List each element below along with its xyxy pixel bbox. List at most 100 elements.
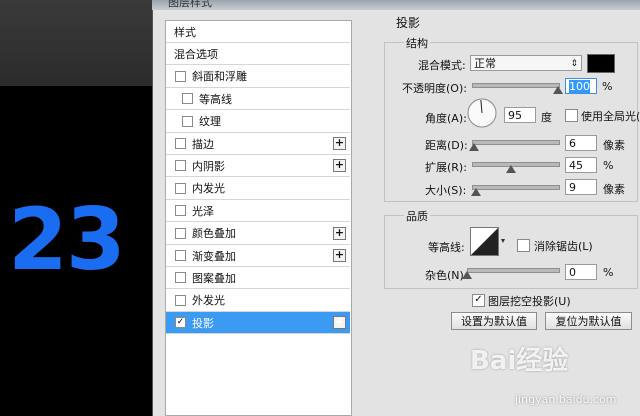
add-effect-icon[interactable]: + <box>333 159 346 173</box>
style-checkbox[interactable] <box>175 182 186 194</box>
style-item-label: 纹理 <box>199 115 221 129</box>
style-list-item[interactable]: 内发光 <box>166 178 350 200</box>
style-list: 样式混合选项斜面和浮雕等高线纹理描边 + 内阴影 + 内发光光泽颜色叠加 + 渐变叠加 + 图案… <box>165 20 352 416</box>
style-list-item[interactable]: 斜面和浮雕 <box>166 66 350 88</box>
shadow-color-swatch[interactable] <box>587 54 615 73</box>
size-slider-thumb[interactable] <box>471 188 482 196</box>
style-list-item[interactable]: 渐变叠加 + <box>166 245 350 267</box>
contour-label: 等高线: <box>428 241 465 254</box>
structure-title: 结构 <box>404 35 430 51</box>
style-checkbox[interactable] <box>175 250 186 261</box>
style-item-label: 颜色叠加 <box>192 227 236 241</box>
style-item-label: 光泽 <box>192 204 214 218</box>
style-checkbox[interactable] <box>182 93 193 105</box>
quality-title: 品质 <box>404 208 430 224</box>
spread-input[interactable]: 45 <box>565 157 597 173</box>
style-item-label: 外发光 <box>192 294 225 308</box>
opacity-input[interactable]: 100 <box>565 78 597 94</box>
knockout-label: 图层挖空投影(U) <box>488 295 571 308</box>
watermark-url: jingyan.baidu.com <box>515 393 617 406</box>
style-item-label: 渐变叠加 <box>192 249 236 263</box>
style-checkbox[interactable] <box>175 272 186 284</box>
style-item-label: 内阴影 <box>192 159 225 173</box>
style-item-label: 样式 <box>174 25 196 39</box>
noise-input[interactable]: 0 <box>565 264 597 280</box>
style-item-label: 描边 <box>192 137 214 151</box>
style-item-label: 图案叠加 <box>192 271 236 285</box>
size-unit: 像素 <box>603 183 625 196</box>
style-list-item[interactable]: 图案叠加 <box>166 267 350 290</box>
distance-label: 距离(D): <box>425 139 468 152</box>
distance-input[interactable]: 6 <box>565 135 597 151</box>
knockout-checkbox[interactable]: ✓ <box>472 294 485 307</box>
dialog-titlebar[interactable] <box>152 0 640 10</box>
canvas-top-band <box>0 0 160 86</box>
style-item-label: 混合选项 <box>174 47 218 61</box>
noise-slider[interactable] <box>467 268 560 273</box>
watermark-logo: Bai经验 <box>470 346 569 376</box>
select-arrows-icon: ⇕ <box>570 59 578 69</box>
style-checkbox[interactable] <box>175 294 186 306</box>
dialog-title: 图层样式 <box>168 0 212 9</box>
angle-label: 角度(A): <box>425 112 467 125</box>
set-default-button[interactable]: 设置为默认值 <box>451 312 537 330</box>
distance-unit: 像素 <box>603 139 625 152</box>
style-checkbox[interactable] <box>182 115 193 127</box>
style-checkbox[interactable] <box>175 160 186 172</box>
add-effect-icon[interactable]: + <box>333 137 346 150</box>
spread-slider-thumb[interactable] <box>505 165 516 173</box>
style-checkbox[interactable] <box>175 138 186 149</box>
antialias-checkbox[interactable] <box>517 239 530 252</box>
style-checkbox[interactable]: ✓ <box>175 317 186 329</box>
size-input[interactable]: 9 <box>565 179 597 195</box>
style-list-item[interactable]: 光泽 <box>166 200 350 223</box>
distance-slider[interactable] <box>472 140 560 145</box>
style-checkbox[interactable] <box>175 205 186 217</box>
style-list-item[interactable]: 混合选项 <box>166 43 350 66</box>
contour-picker[interactable] <box>470 227 506 257</box>
opacity-value: 100 <box>569 80 590 93</box>
style-item-label: 斜面和浮雕 <box>192 70 247 84</box>
distance-slider-thumb[interactable] <box>468 143 479 151</box>
add-effect-icon[interactable]: + <box>333 226 346 240</box>
style-item-label: 投影 <box>192 316 214 330</box>
style-item-label: 内发光 <box>192 182 225 196</box>
size-label: 大小(S): <box>425 184 467 197</box>
style-checkbox[interactable] <box>175 227 186 239</box>
reset-default-button[interactable]: 复位为默认值 <box>545 312 632 330</box>
global-light-checkbox[interactable] <box>565 109 578 122</box>
noise-unit: % <box>603 266 614 279</box>
blend-mode-label: 混合模式: <box>418 59 466 72</box>
overlay-number: 23 <box>8 190 126 290</box>
style-list-item[interactable]: 外发光 <box>166 290 350 312</box>
spread-slider[interactable] <box>472 162 560 167</box>
style-list-item[interactable]: 内阴影 + <box>166 155 350 178</box>
style-list-item[interactable]: 颜色叠加 + <box>166 223 350 245</box>
section-title: 投影 <box>396 16 421 30</box>
angle-dial[interactable] <box>467 98 497 128</box>
add-effect-icon[interactable]: + <box>333 249 346 262</box>
style-list-item[interactable]: 纹理 <box>166 111 350 133</box>
style-item-label: 等高线 <box>199 92 232 106</box>
noise-slider-thumb[interactable] <box>462 271 472 279</box>
spread-unit: % <box>603 159 614 172</box>
blend-mode-value: 正常 <box>474 57 496 70</box>
style-list-item[interactable]: 样式 <box>166 21 350 43</box>
quality-group <box>384 215 638 289</box>
dropdown-arrow-icon <box>501 239 505 243</box>
angle-unit: 度 <box>541 111 552 124</box>
style-list-item[interactable]: 描边 + <box>166 133 350 155</box>
global-light-label: 使用全局光(G) <box>581 110 640 123</box>
style-list-item[interactable]: ✓ 投影 + <box>166 312 350 335</box>
style-checkbox[interactable] <box>175 70 186 82</box>
size-slider[interactable] <box>472 185 560 190</box>
angle-input[interactable]: 95 <box>504 107 536 123</box>
opacity-slider-thumb[interactable] <box>553 86 563 94</box>
blend-mode-select[interactable]: 正常 ⇕ <box>470 55 582 71</box>
opacity-label: 不透明度(O): <box>402 82 467 95</box>
opacity-slider[interactable] <box>472 83 560 88</box>
spread-label: 扩展(R): <box>425 161 467 174</box>
opacity-unit: % <box>602 80 613 93</box>
add-effect-icon[interactable]: + <box>333 316 346 330</box>
style-list-item[interactable]: 等高线 <box>166 88 350 111</box>
